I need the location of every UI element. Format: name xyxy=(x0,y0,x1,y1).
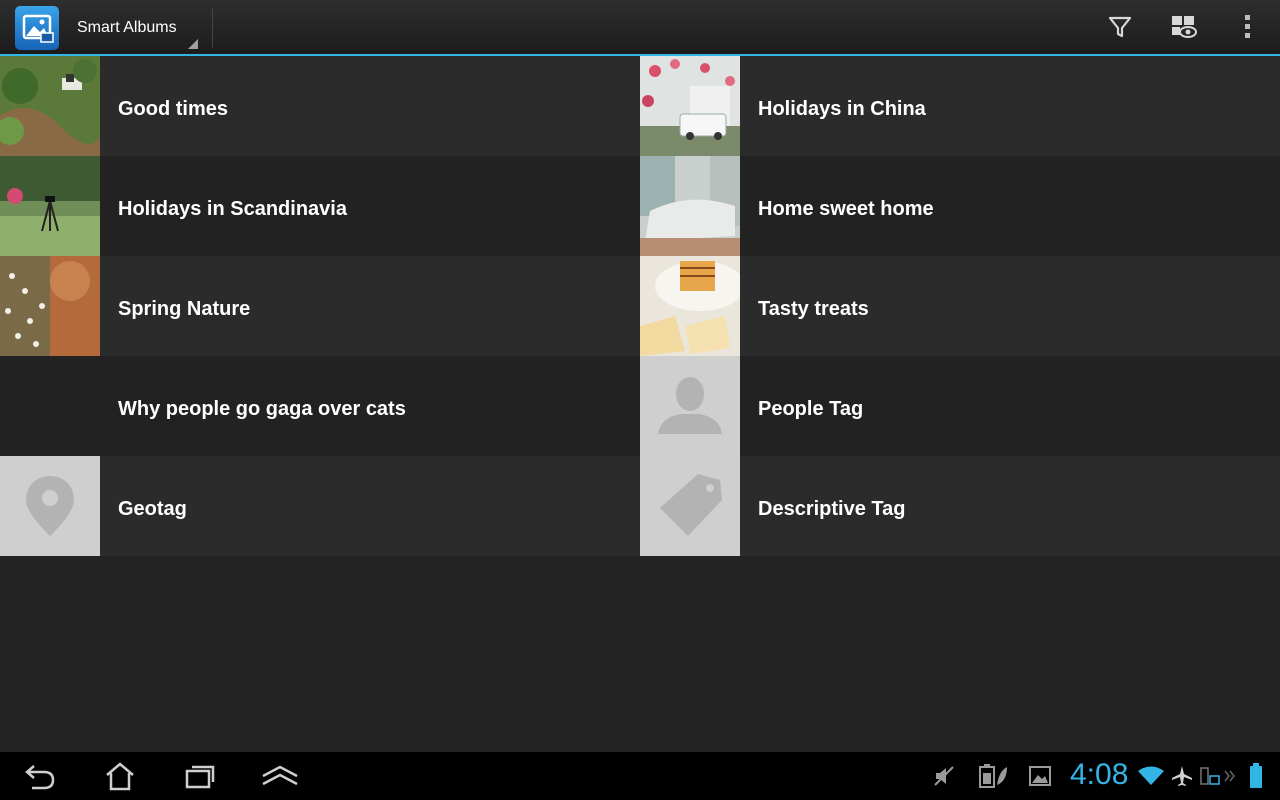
album-item-people-tag[interactable]: People Tag xyxy=(640,356,1280,456)
back-icon xyxy=(25,765,55,790)
wifi-icon xyxy=(1136,752,1166,800)
menu-up-icon xyxy=(262,765,298,786)
filter-icon xyxy=(1108,16,1132,38)
album-item-holidays-in-scandinavia[interactable]: Holidays in Scandinavia xyxy=(0,156,640,256)
album-label: Home sweet home xyxy=(758,198,934,220)
home-icon xyxy=(106,762,134,791)
picture-icon xyxy=(1025,752,1055,800)
album-label: People Tag xyxy=(758,398,864,420)
album-row: Spring Nature Tasty treats xyxy=(0,256,1280,356)
battery-saver-icon xyxy=(975,752,1011,800)
location-pin-icon xyxy=(0,456,100,556)
album-item-home-sweet-home[interactable]: Home sweet home xyxy=(640,156,1280,256)
back-button[interactable] xyxy=(10,752,70,800)
album-thumbnail xyxy=(0,56,100,156)
airplane-icon xyxy=(1170,752,1194,800)
battery-icon xyxy=(1244,752,1268,800)
action-bar: Smart Albums xyxy=(0,0,1280,56)
chevron-right-icon xyxy=(1222,752,1238,800)
spinner-title: Smart Albums xyxy=(77,19,177,36)
album-row: Why people go gaga over cats People Tag xyxy=(0,356,1280,456)
album-thumbnail xyxy=(0,156,100,256)
album-thumbnail xyxy=(640,156,740,256)
album-thumbnail xyxy=(640,56,740,156)
album-label: Geotag xyxy=(118,498,187,520)
album-item-descriptive-tag[interactable]: Descriptive Tag xyxy=(640,456,1280,556)
album-item-cats[interactable]: Why people go gaga over cats xyxy=(0,356,640,456)
album-label: Descriptive Tag xyxy=(758,498,906,520)
recent-apps-icon xyxy=(185,765,215,789)
album-item-spring-nature[interactable]: Spring Nature xyxy=(0,256,640,356)
album-label: Spring Nature xyxy=(118,298,251,320)
view-mode-button[interactable] xyxy=(1152,0,1216,54)
album-row: Holidays in Scandinavia Home sweet home xyxy=(0,156,1280,256)
album-item-good-times[interactable]: Good times xyxy=(0,56,640,156)
person-icon xyxy=(640,356,740,456)
album-type-spinner[interactable]: Smart Albums xyxy=(64,0,212,54)
view-mode-icon xyxy=(1172,16,1197,38)
recent-apps-button[interactable] xyxy=(170,752,230,800)
album-label: Holidays in China xyxy=(758,98,926,120)
overflow-menu-button[interactable] xyxy=(1216,0,1280,54)
tag-icon xyxy=(640,456,740,556)
album-row: Geotag Descriptive Tag xyxy=(0,456,1280,556)
battery-saver-small-icon xyxy=(1196,752,1222,800)
album-item-geotag[interactable]: Geotag xyxy=(0,456,640,556)
album-thumbnail xyxy=(0,256,100,356)
status-clock: 4:08 xyxy=(1070,758,1129,791)
mute-icon xyxy=(930,752,958,800)
album-label: Good times xyxy=(118,98,229,120)
album-label: Why people go gaga over cats xyxy=(118,398,406,420)
album-label: Holidays in Scandinavia xyxy=(118,198,347,220)
album-item-holidays-in-china[interactable]: Holidays in China xyxy=(640,56,1280,156)
filter-button[interactable] xyxy=(1088,0,1152,54)
album-row: Good times Holidays in China xyxy=(0,56,1280,156)
album-item-tasty-treats[interactable]: Tasty treats xyxy=(640,256,1280,356)
gallery-app-icon[interactable] xyxy=(15,6,59,50)
system-bar: 4:08 xyxy=(0,752,1280,800)
menu-button[interactable] xyxy=(250,752,310,800)
action-bar-divider xyxy=(212,8,213,48)
album-grid: Good times Holidays in China Holidays in… xyxy=(0,56,1280,556)
home-button[interactable] xyxy=(90,752,150,800)
album-thumbnail xyxy=(640,256,740,356)
smart-albums-screen: Smart Albums Good times Holidays in Chin… xyxy=(0,0,1280,800)
spinner-arrow-icon xyxy=(188,39,198,49)
overflow-menu-icon xyxy=(1245,15,1250,38)
album-label: Tasty treats xyxy=(758,298,869,320)
